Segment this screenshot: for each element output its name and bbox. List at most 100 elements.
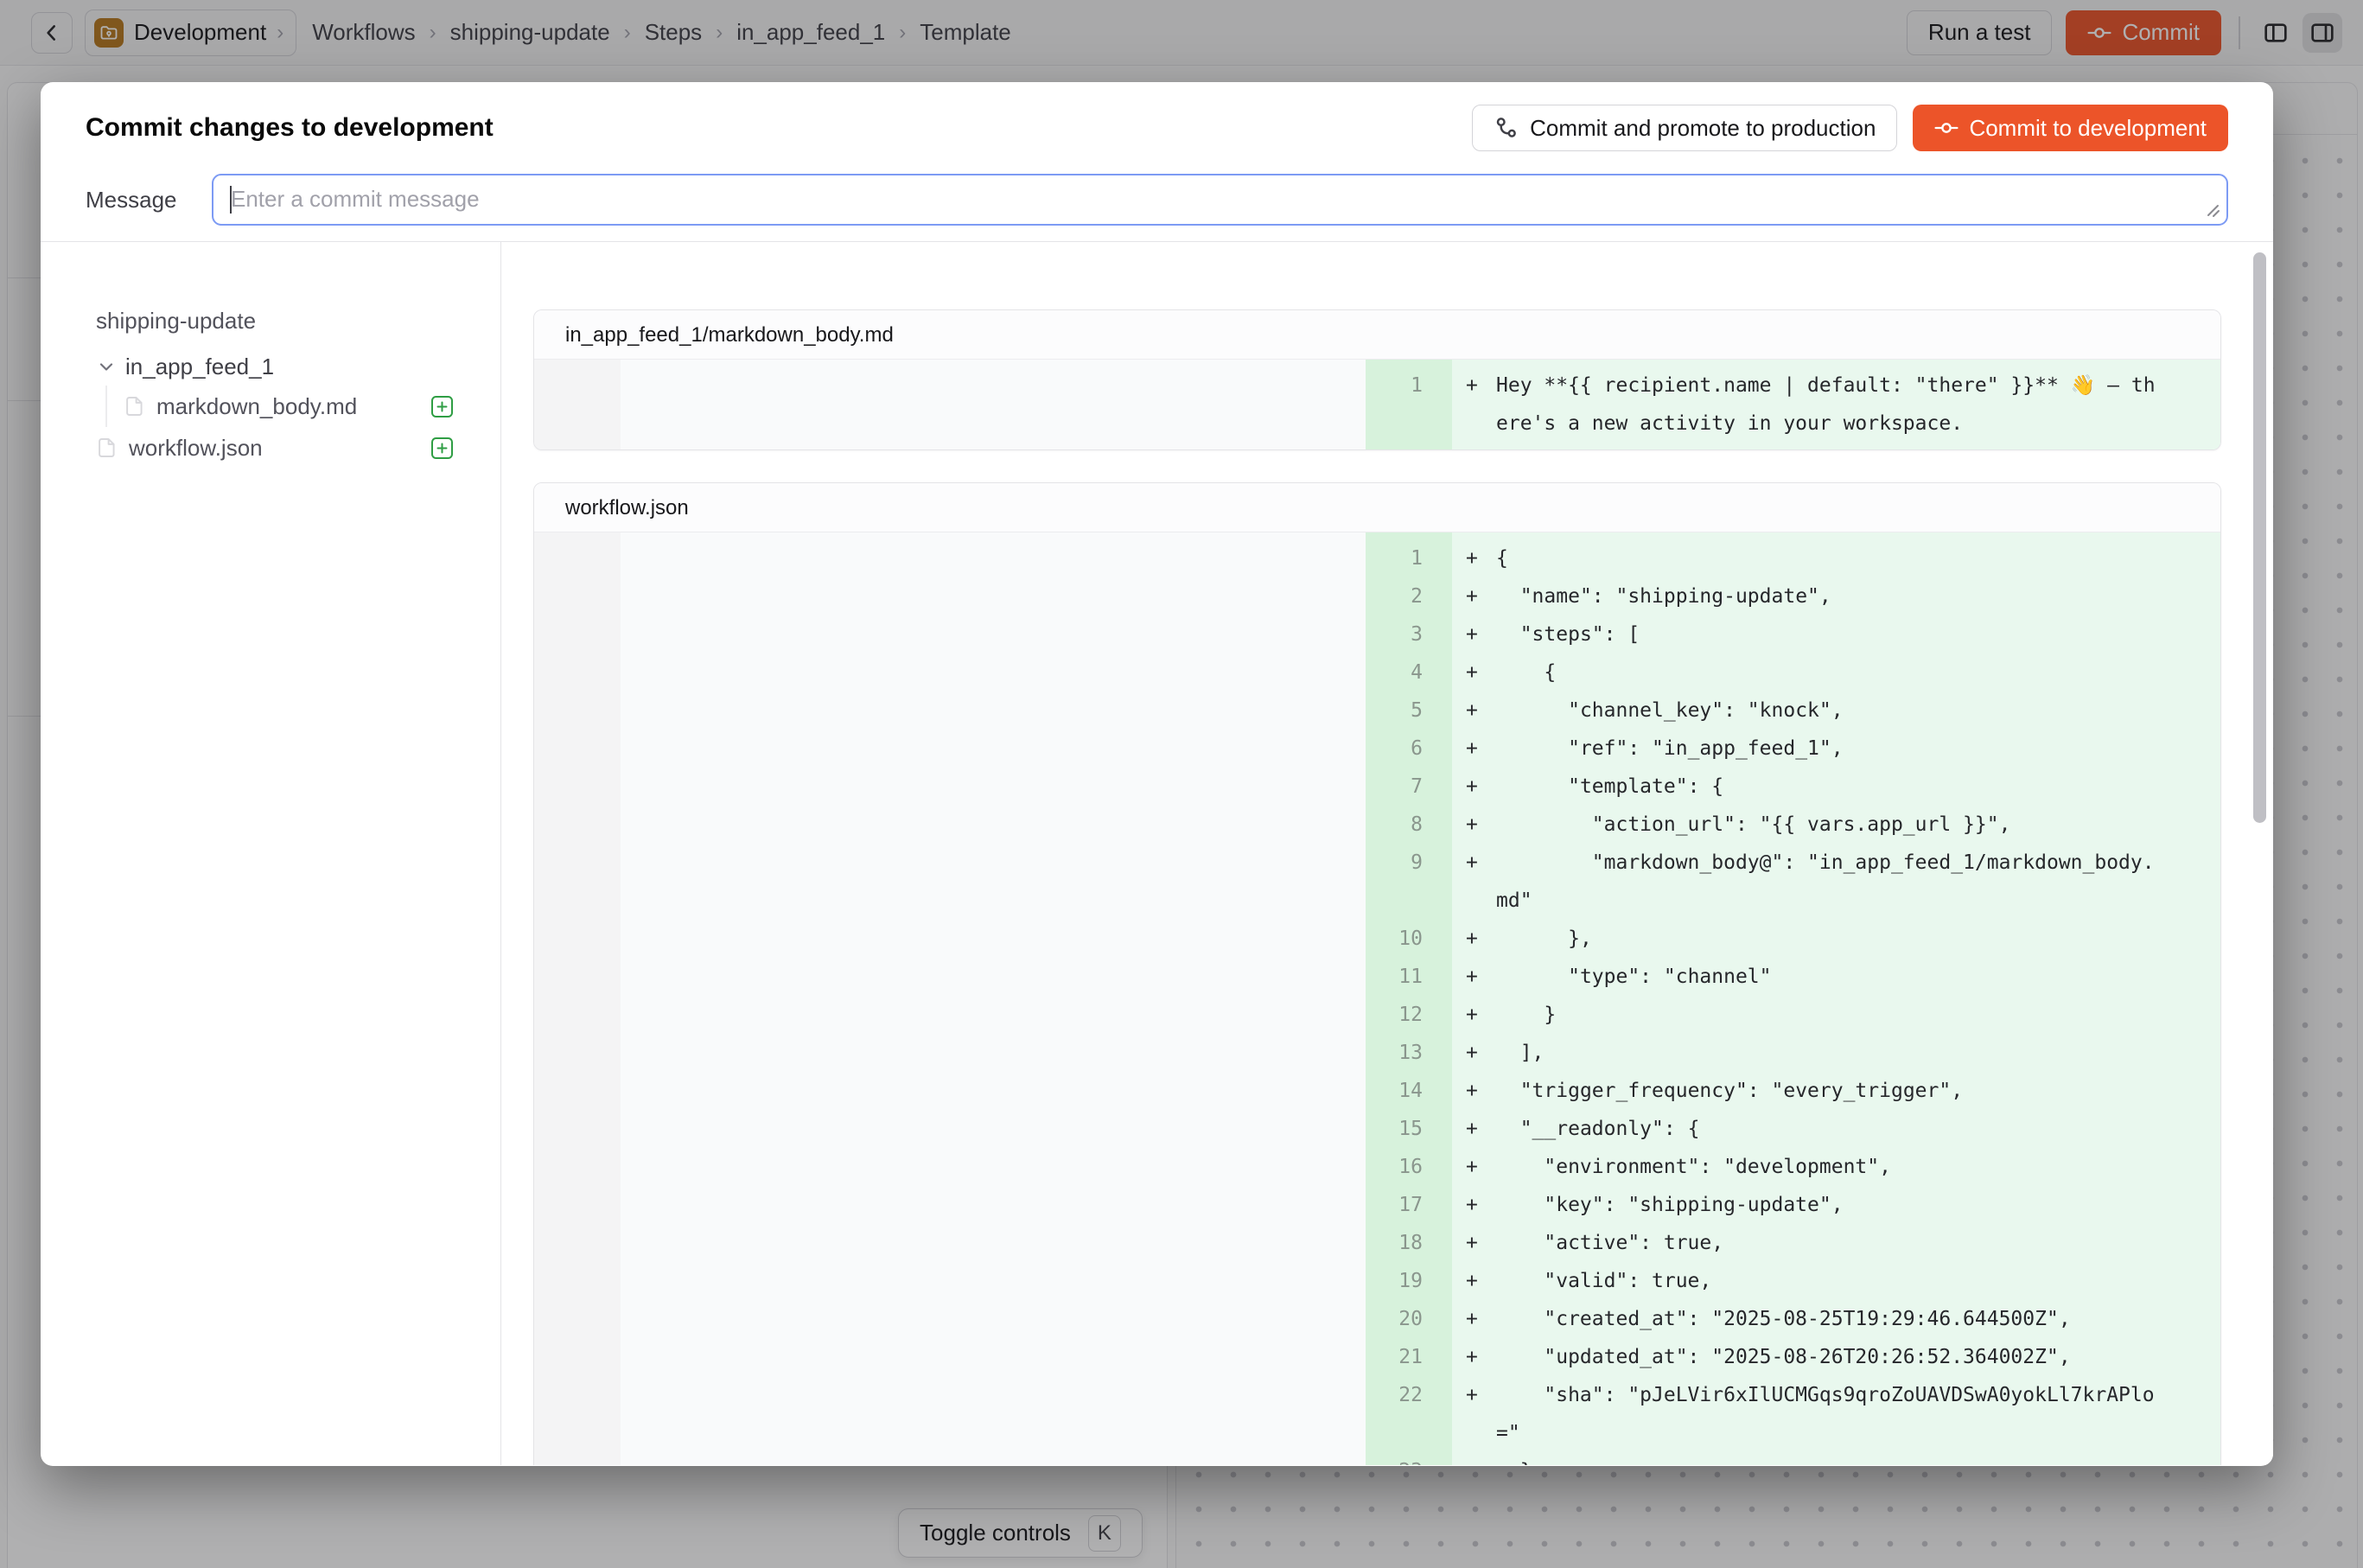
diff-added-sign: + (1452, 920, 1496, 958)
diff-line-code: + "created_at": "2025-08-25T19:29:46.644… (1452, 1300, 2220, 1338)
diff-line-code: + "__readonly": { (1452, 1110, 2220, 1148)
diff-added-sign: + (1452, 577, 1496, 615)
diff-panel: in_app_feed_1/markdown_body.md 1+Hey **{{… (501, 242, 2273, 1465)
diff-line-number: 22 (534, 1376, 1452, 1452)
git-branch-promote-icon (1494, 115, 1519, 141)
plus-box-icon (430, 437, 454, 460)
document-icon (124, 395, 146, 417)
diff-line: 1+Hey **{{ recipient.name | default: "th… (534, 367, 2220, 443)
diff-line-number: 10 (534, 920, 1452, 958)
diff-added-sign: + (1452, 1300, 1496, 1338)
diff-line-code: + "updated_at": "2025-08-26T20:26:52.364… (1452, 1338, 2220, 1376)
chevron-down-icon (96, 356, 117, 377)
diff-line-text: }, (1496, 920, 2220, 958)
tree-file-label: markdown_body.md (156, 393, 357, 420)
diff-line-text: { (1496, 653, 2220, 692)
diff-line-text: "ref": "in_app_feed_1", (1496, 730, 2220, 768)
diff-added-sign: + (1452, 1072, 1496, 1110)
diff-line-number: 14 (534, 1072, 1452, 1110)
diff-line-number: 15 (534, 1110, 1452, 1148)
diff-line: 18+ "active": true, (534, 1224, 2220, 1262)
diff-line: 2+ "name": "shipping-update", (534, 577, 2220, 615)
diff-card: in_app_feed_1/markdown_body.md 1+Hey **{{… (533, 309, 2221, 450)
diff-line: 9+ "markdown_body@": "in_app_feed_1/mark… (534, 844, 2220, 920)
diff-line-number: 17 (534, 1186, 1452, 1224)
diff-line: 23+ } (534, 1452, 2220, 1465)
diff-line-code: + "channel_key": "knock", (1452, 692, 2220, 730)
diff-line: 14+ "trigger_frequency": "every_trigger"… (534, 1072, 2220, 1110)
message-label: Message (86, 187, 212, 214)
diff-line-text: "updated_at": "2025-08-26T20:26:52.36400… (1496, 1338, 2220, 1376)
changed-files-tree: shipping-update in_app_feed_1 markdown_b… (41, 242, 501, 1465)
diff-body: 1+Hey **{{ recipient.name | default: "th… (534, 360, 2220, 449)
diff-line-number: 16 (534, 1148, 1452, 1186)
commit-to-development-button[interactable]: Commit to development (1913, 105, 2228, 151)
diff-file-name: in_app_feed_1/markdown_body.md (534, 310, 2220, 360)
commit-and-promote-label: Commit and promote to production (1530, 115, 1876, 142)
tree-file-markdown-body[interactable]: markdown_body.md (124, 386, 500, 427)
diff-line-code: + } (1452, 1452, 2220, 1465)
diff-added-sign: + (1452, 539, 1496, 577)
diff-line-text: ], (1496, 1034, 2220, 1072)
diff-line-code: + "sha": "pJeLVir6xIlUCMGqs9qroZoUAVDSwA… (1452, 1376, 2220, 1452)
diff-added-sign: + (1452, 844, 1496, 920)
diff-line-text: "channel_key": "knock", (1496, 692, 2220, 730)
diff-line-text: "environment": "development", (1496, 1148, 2220, 1186)
diff-line-code: + "key": "shipping-update", (1452, 1186, 2220, 1224)
diff-added-sign: + (1452, 768, 1496, 806)
diff-line-text: "created_at": "2025-08-25T19:29:46.64450… (1496, 1300, 2220, 1338)
diff-line: 8+ "action_url": "{{ vars.app_url }}", (534, 806, 2220, 844)
diff-line-number: 19 (534, 1262, 1452, 1300)
diff-line: 17+ "key": "shipping-update", (534, 1186, 2220, 1224)
diff-line-text: "active": true, (1496, 1224, 2220, 1262)
diff-line-code: + "template": { (1452, 768, 2220, 806)
diff-line-code: + "ref": "in_app_feed_1", (1452, 730, 2220, 768)
commit-message-input[interactable] (212, 174, 2228, 226)
diff-line: 20+ "created_at": "2025-08-25T19:29:46.6… (534, 1300, 2220, 1338)
diff-line-number: 23 (534, 1452, 1452, 1465)
diff-line-text: "action_url": "{{ vars.app_url }}", (1496, 806, 2220, 844)
diff-line-code: + "valid": true, (1452, 1262, 2220, 1300)
tree-workflow-name: shipping-update (96, 306, 500, 335)
diff-line-text: "type": "channel" (1496, 958, 2220, 996)
diff-added-sign: + (1452, 1452, 1496, 1465)
diff-added-sign: + (1452, 1186, 1496, 1224)
commit-modal-body: shipping-update in_app_feed_1 markdown_b… (41, 242, 2273, 1465)
diff-line-number: 9 (534, 844, 1452, 920)
app-root: Toggle controls K Development › Workflow… (0, 0, 2363, 1568)
text-caret (230, 186, 232, 214)
document-icon (96, 437, 118, 459)
commit-message-row: Message (86, 174, 2228, 226)
diff-added-sign: + (1452, 730, 1496, 768)
commit-to-development-label: Commit to development (1969, 115, 2207, 142)
diff-line-number: 6 (534, 730, 1452, 768)
tree-children: markdown_body.md (105, 386, 500, 427)
tree-group-in-app-feed[interactable]: in_app_feed_1 (96, 347, 500, 386)
commit-modal-header: Commit changes to development Commit and… (41, 82, 2273, 242)
diff-line-code: + }, (1452, 920, 2220, 958)
diff-added-sign: + (1452, 1110, 1496, 1148)
diff-added-sign: + (1452, 1376, 1496, 1452)
diff-line: 22+ "sha": "pJeLVir6xIlUCMGqs9qroZoUAVDS… (534, 1376, 2220, 1452)
diff-line: 10+ }, (534, 920, 2220, 958)
diff-line-text: "key": "shipping-update", (1496, 1186, 2220, 1224)
diff-line-number: 13 (534, 1034, 1452, 1072)
diff-line-text: "trigger_frequency": "every_trigger", (1496, 1072, 2220, 1110)
diff-cards: in_app_feed_1/markdown_body.md 1+Hey **{{… (533, 309, 2273, 1465)
tree-file-workflow-json[interactable]: workflow.json (96, 427, 500, 468)
diff-line-code: + "action_url": "{{ vars.app_url }}", (1452, 806, 2220, 844)
diff-line-text: "template": { (1496, 768, 2220, 806)
diff-line-number: 21 (534, 1338, 1452, 1376)
diff-added-sign: + (1452, 615, 1496, 653)
diff-line: 5+ "channel_key": "knock", (534, 692, 2220, 730)
diff-line-number: 4 (534, 653, 1452, 692)
diff-line-number: 20 (534, 1300, 1452, 1338)
diff-line-number: 18 (534, 1224, 1452, 1262)
commit-and-promote-button[interactable]: Commit and promote to production (1472, 105, 1897, 151)
diff-added-sign: + (1452, 1224, 1496, 1262)
tree-file-label: workflow.json (129, 435, 263, 462)
scrollbar-thumb[interactable] (2253, 252, 2266, 823)
diff-line-text: Hey **{{ recipient.name | default: "ther… (1496, 367, 2220, 443)
diff-line-number: 3 (534, 615, 1452, 653)
diff-line: 12+ } (534, 996, 2220, 1034)
